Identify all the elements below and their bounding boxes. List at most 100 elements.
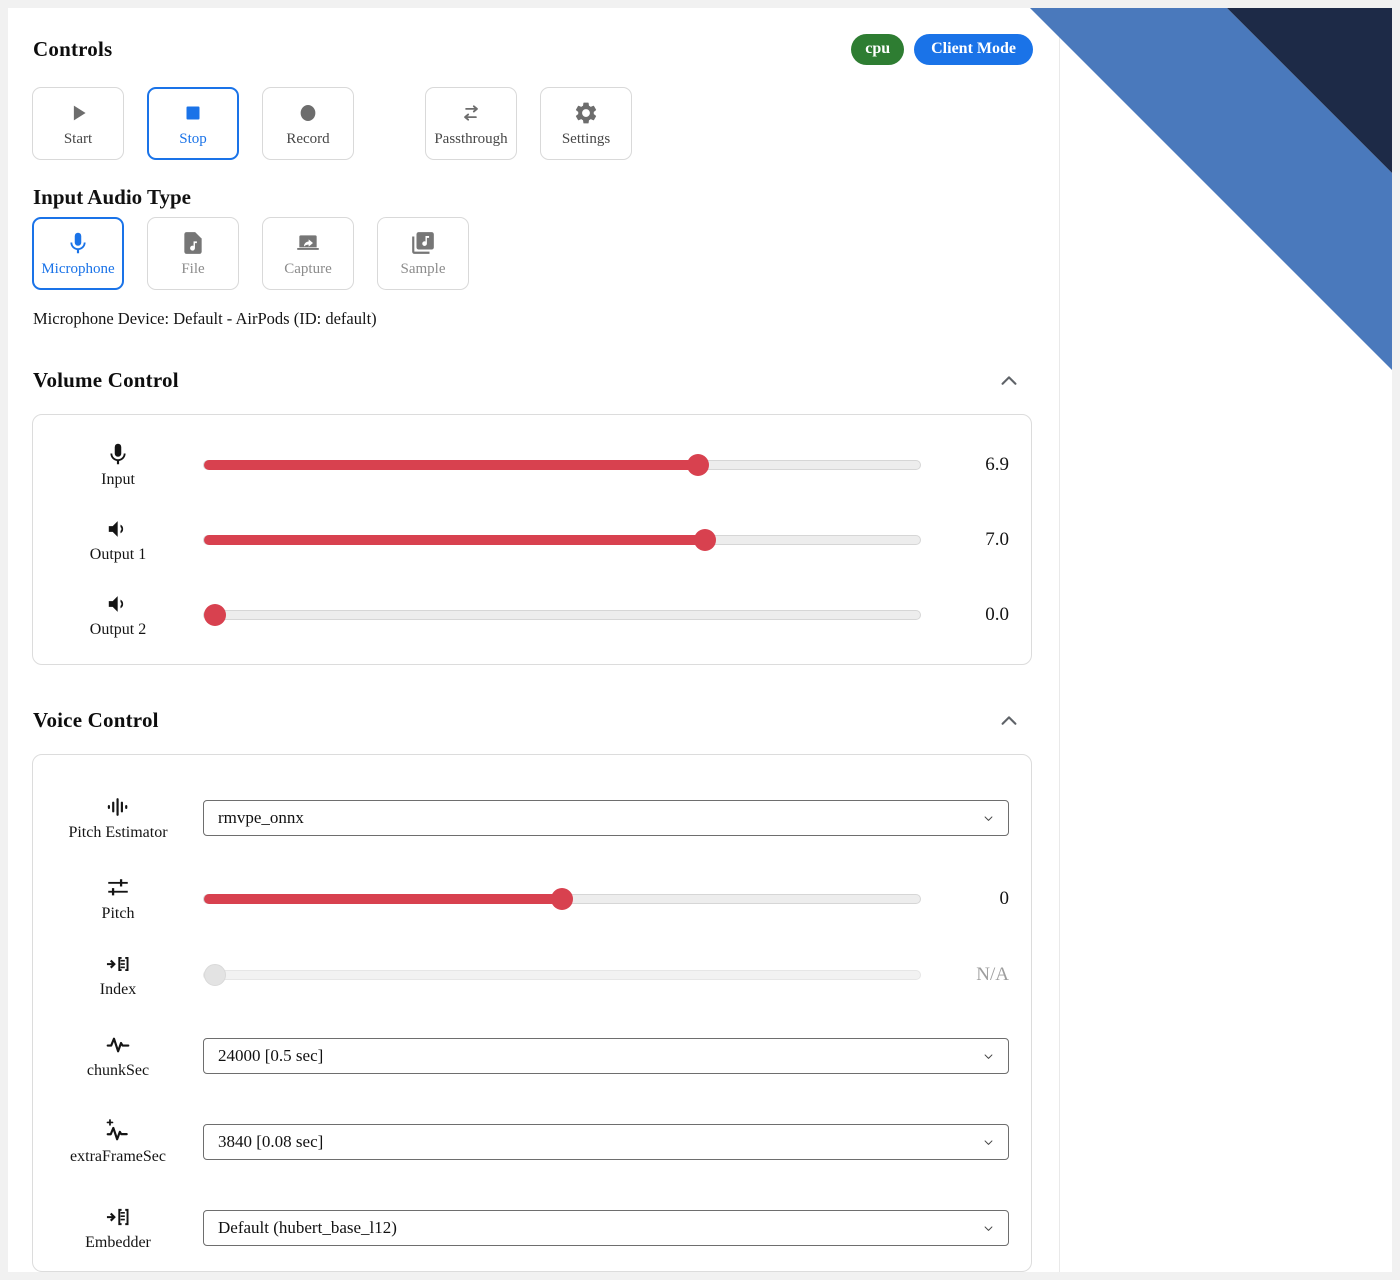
extraframesec-select[interactable]: 3840 [0.08 sec]	[203, 1124, 1009, 1160]
voice-collapse-button[interactable]	[998, 710, 1020, 732]
music-library-icon	[410, 230, 436, 256]
client-mode-badge[interactable]: Client Mode	[914, 34, 1033, 65]
output-1-slider[interactable]	[203, 535, 921, 545]
slider-thumb[interactable]	[551, 888, 573, 910]
embedder-list-icon	[105, 1204, 131, 1230]
chevron-down-icon	[981, 811, 996, 826]
voice-control-header: Voice Control	[33, 708, 1020, 733]
chunksec-label-group: chunkSec	[33, 1032, 203, 1080]
slider-thumb[interactable]	[204, 604, 226, 626]
topbar: Controls cpu Client Mode	[8, 8, 1059, 65]
passthrough-button[interactable]: Passthrough	[425, 87, 517, 160]
embedder-select[interactable]: Default (hubert_base_l12)	[203, 1210, 1009, 1246]
stop-button[interactable]: Stop	[147, 87, 239, 160]
chevron-up-icon	[998, 370, 1020, 392]
button-label: Capture	[284, 261, 331, 278]
input-audio-buttons-row: Microphone File Capture Sample	[32, 217, 1059, 290]
pitch-row: Pitch 0	[33, 861, 1031, 937]
slider-track[interactable]	[203, 610, 921, 620]
index-row: Index N/A	[33, 937, 1031, 1013]
page-title: Controls	[33, 37, 112, 62]
button-label: Stop	[179, 131, 207, 148]
slider-track[interactable]	[203, 970, 921, 980]
index-label-group: Index	[33, 951, 203, 999]
capture-input-button[interactable]: Capture	[262, 217, 354, 290]
audio-file-icon	[180, 230, 206, 256]
file-input-button[interactable]: File	[147, 217, 239, 290]
record-button[interactable]: Record	[262, 87, 354, 160]
embedder-label-group: Embedder	[33, 1204, 203, 1252]
input-label-group: Input	[33, 441, 203, 489]
chunksec-row: chunkSec 24000 [0.5 sec]	[33, 1013, 1031, 1099]
waveform-plus-icon	[105, 1118, 131, 1144]
settings-button[interactable]: Settings	[540, 87, 632, 160]
cpu-badge[interactable]: cpu	[851, 34, 904, 65]
app-window: Controls cpu Client Mode Start Stop Record…	[8, 8, 1392, 1272]
button-label: Sample	[401, 261, 446, 278]
pitch-value: 0	[921, 888, 1031, 910]
chunksec-selected-value: 24000 [0.5 sec]	[218, 1046, 323, 1066]
pitch-estimator-label: Pitch Estimator	[68, 824, 167, 842]
main-content: Controls cpu Client Mode Start Stop Record…	[8, 8, 1060, 1272]
index-list-icon	[105, 951, 131, 977]
start-button[interactable]: Start	[32, 87, 124, 160]
output-2-label-group: Output 2	[33, 591, 203, 639]
output-2-volume-row: Output 20.0	[33, 577, 1031, 652]
button-label: File	[181, 261, 204, 278]
output-2-slider[interactable]	[203, 610, 921, 620]
speaker-icon	[105, 516, 131, 542]
slider-thumb[interactable]	[694, 529, 716, 551]
slider-fill	[204, 460, 698, 470]
volume-control-card: Input6.9Output 17.0Output 20.0	[32, 414, 1032, 665]
chunksec-select[interactable]: 24000 [0.5 sec]	[203, 1038, 1009, 1074]
button-label: Settings	[562, 131, 610, 148]
pitch-estimator-row: Pitch Estimator rmvpe_onnx	[33, 775, 1031, 861]
sample-input-button[interactable]: Sample	[377, 217, 469, 290]
index-label: Index	[100, 981, 136, 999]
microphone-icon	[105, 441, 131, 467]
microphone-device-info: Microphone Device: Default - AirPods (ID…	[33, 309, 1059, 329]
voice-control-title: Voice Control	[33, 708, 159, 733]
index-slider[interactable]	[203, 970, 921, 980]
chunksec-label: chunkSec	[87, 1062, 149, 1080]
input-value: 6.9	[921, 454, 1031, 476]
index-value: N/A	[921, 964, 1031, 986]
slider-thumb[interactable]	[204, 964, 226, 986]
button-label: Start	[64, 131, 92, 148]
microphone-input-button[interactable]: Microphone	[32, 217, 124, 290]
microphone-icon	[65, 230, 91, 256]
output-1-label: Output 1	[90, 546, 146, 564]
output-1-label-group: Output 1	[33, 516, 203, 564]
pitch-slider[interactable]	[203, 894, 921, 904]
slider-fill	[204, 894, 562, 904]
extraframesec-row: extraFrameSec 3840 [0.08 sec]	[33, 1099, 1031, 1185]
badges: cpu Client Mode	[851, 34, 1033, 65]
slider-track[interactable]	[203, 535, 921, 545]
ribbon-navy-corner	[1227, 8, 1392, 173]
volume-collapse-button[interactable]	[998, 370, 1020, 392]
play-icon	[65, 100, 91, 126]
chevron-up-icon	[998, 710, 1020, 732]
pitch-estimator-label-group: Pitch Estimator	[33, 794, 203, 842]
input-slider[interactable]	[203, 460, 921, 470]
slider-track[interactable]	[203, 894, 921, 904]
button-group-spacer	[377, 87, 402, 160]
volume-control-title: Volume Control	[33, 368, 179, 393]
embedder-selected-value: Default (hubert_base_l12)	[218, 1218, 397, 1238]
control-buttons-row: Start Stop Record Passthrough Settings	[32, 87, 1059, 160]
extraframesec-label: extraFrameSec	[70, 1148, 166, 1166]
output-2-label: Output 2	[90, 621, 146, 639]
pitch-estimator-selected-value: rmvpe_onnx	[218, 808, 304, 828]
record-icon	[295, 100, 321, 126]
voiceprint-icon	[105, 794, 131, 820]
button-label: Microphone	[41, 261, 114, 278]
chevron-down-icon	[981, 1135, 996, 1150]
pitch-estimator-select[interactable]: rmvpe_onnx	[203, 800, 1009, 836]
button-label: Passthrough	[434, 131, 507, 148]
pitch-label: Pitch	[102, 905, 135, 923]
slider-track[interactable]	[203, 460, 921, 470]
slider-thumb[interactable]	[687, 454, 709, 476]
settings-icon	[573, 100, 599, 126]
ribbon-blue-band	[1030, 8, 1392, 370]
waveform-icon	[105, 1032, 131, 1058]
